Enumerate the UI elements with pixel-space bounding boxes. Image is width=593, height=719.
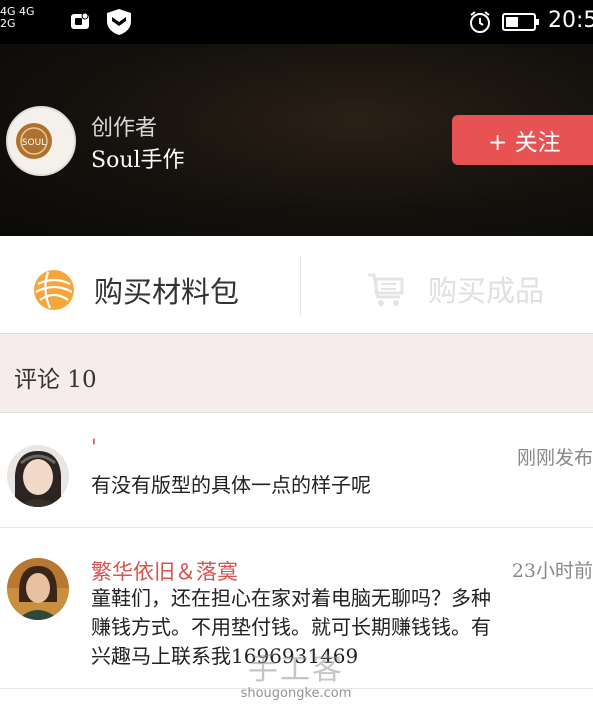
purchase-row: 购买材料包 购买成品 xyxy=(0,236,593,334)
watermark: 手工客 shougongke.com xyxy=(226,652,366,702)
comment-item[interactable]: ' 刚刚发布 有没有版型的具体一点的样子呢 xyxy=(0,413,593,528)
commenter-avatar[interactable] xyxy=(7,445,69,507)
buy-product-button[interactable]: 购买成品 xyxy=(366,268,544,310)
svg-text:SOUL: SOUL xyxy=(22,138,46,148)
network-bottom-label: 2G xyxy=(0,17,16,30)
comment-time: 23小时前 xyxy=(511,560,593,582)
notification-icon xyxy=(71,12,89,29)
status-bar: 4G 4G 2G 20:5 xyxy=(0,0,593,44)
author-logo-icon: SOUL xyxy=(8,108,74,174)
author-avatar[interactable]: SOUL xyxy=(6,106,76,176)
comment-time: 刚刚发布 xyxy=(516,447,593,469)
network-signal: 4G 4G 2G xyxy=(0,6,35,30)
author-name[interactable]: Soul手作 xyxy=(91,142,185,174)
comment-username[interactable]: 繁华依旧＆落寞 xyxy=(91,556,238,586)
follow-button[interactable]: + 关注 xyxy=(452,115,593,165)
comment-text: 有没有版型的具体一点的样子呢 xyxy=(91,473,371,497)
author-role: 创作者 xyxy=(91,116,158,141)
avatar-photo-icon xyxy=(7,558,69,620)
buy-product-label: 购买成品 xyxy=(428,274,545,308)
watermark-en: shougongke.com xyxy=(240,686,352,701)
commenter-avatar[interactable] xyxy=(7,558,69,620)
clock-time: 20:5 xyxy=(548,8,593,33)
comments-title: 评论 10 xyxy=(14,367,97,393)
battery-icon xyxy=(502,13,539,31)
buy-kit-button[interactable]: 购买材料包 xyxy=(32,268,239,312)
alarm-icon xyxy=(470,11,490,33)
buy-kit-label: 购买材料包 xyxy=(94,275,240,309)
cart-icon xyxy=(368,273,404,306)
comments-header: 评论 10 xyxy=(0,334,593,413)
avatar-photo-icon xyxy=(7,445,69,507)
purchase-divider xyxy=(300,256,301,316)
comment-username[interactable]: ' xyxy=(91,435,97,459)
shield-icon xyxy=(107,9,131,35)
yarn-ball-icon xyxy=(34,270,74,310)
watermark-cn: 手工客 xyxy=(248,652,344,687)
